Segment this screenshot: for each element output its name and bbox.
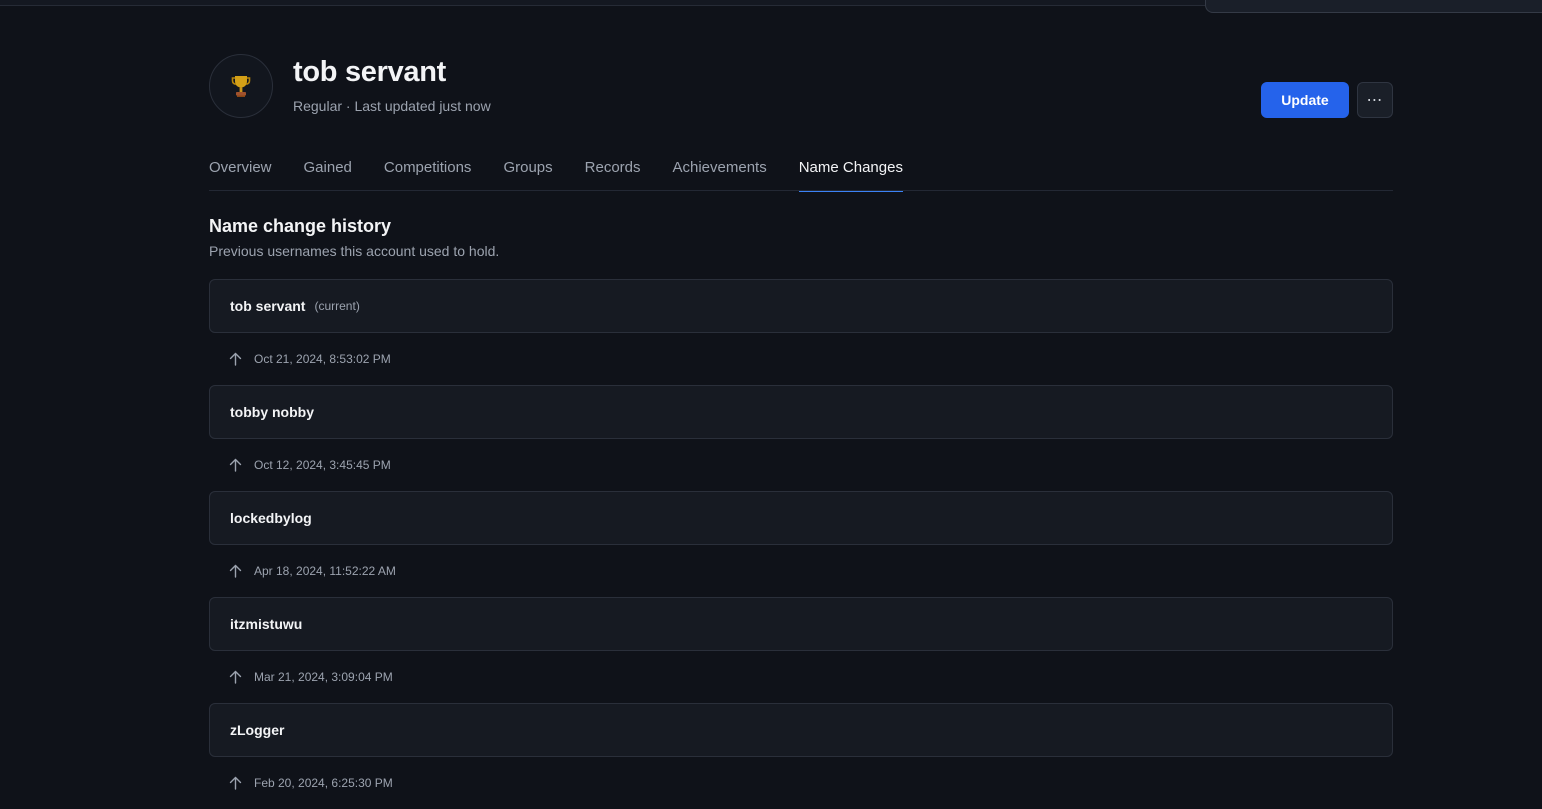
tab-competitions[interactable]: Competitions <box>384 150 472 191</box>
more-options-button[interactable]: ⋯ <box>1357 82 1393 118</box>
tab-records[interactable]: Records <box>585 150 641 191</box>
name-card: lockedbylog <box>209 491 1393 545</box>
arrow-up-icon <box>229 776 242 790</box>
username: tobby nobby <box>230 404 314 420</box>
name-change-event: Oct 12, 2024, 3:45:45 PM <box>209 439 1393 491</box>
name-change-event: Mar 21, 2024, 3:09:04 PM <box>209 651 1393 703</box>
username: zLogger <box>230 722 285 738</box>
change-date: Mar 21, 2024, 3:09:04 PM <box>254 670 393 684</box>
arrow-up-icon <box>229 352 242 366</box>
name-card: tob servant (current) <box>209 279 1393 333</box>
tab-gained[interactable]: Gained <box>304 150 352 191</box>
username: itzmistuwu <box>230 616 303 632</box>
name-card: tobby nobby <box>209 385 1393 439</box>
current-badge: (current) <box>314 299 360 313</box>
player-avatar <box>209 54 273 118</box>
name-change-history: tob servant (current) Oct 21, 2024, 8:53… <box>209 279 1393 809</box>
player-subtitle: Regular · Last updated just now <box>293 98 491 114</box>
update-button[interactable]: Update <box>1261 82 1349 118</box>
section-title: Name change history <box>209 216 392 236</box>
username: tob servant <box>230 298 306 314</box>
username: lockedbylog <box>230 510 312 526</box>
section-description: Previous usernames this account used to … <box>209 243 500 259</box>
change-date: Feb 20, 2024, 6:25:30 PM <box>254 776 393 790</box>
name-change-event: Feb 20, 2024, 6:25:30 PM <box>209 757 1393 809</box>
player-name: tob servant <box>293 56 447 88</box>
player-header: tob servant Regular · Last updated just … <box>209 54 1393 118</box>
arrow-up-icon <box>229 458 242 472</box>
name-change-event: Oct 21, 2024, 8:53:02 PM <box>209 333 1393 385</box>
more-options-icon: ⋯ <box>1366 92 1384 109</box>
arrow-up-icon <box>229 564 242 578</box>
change-date: Oct 21, 2024, 8:53:02 PM <box>254 352 391 366</box>
name-card: zLogger <box>209 703 1393 757</box>
tab-overview[interactable]: Overview <box>209 150 272 191</box>
tab-groups[interactable]: Groups <box>503 150 552 191</box>
trophy-icon <box>231 76 251 97</box>
player-tabs: Overview Gained Competitions Groups Reco… <box>209 150 1393 192</box>
change-date: Oct 12, 2024, 3:45:45 PM <box>254 458 391 472</box>
top-dropdown-panel <box>1205 0 1542 13</box>
tab-achievements[interactable]: Achievements <box>673 150 767 191</box>
name-card: itzmistuwu <box>209 597 1393 651</box>
arrow-up-icon <box>229 670 242 684</box>
change-date: Apr 18, 2024, 11:52:22 AM <box>254 564 396 578</box>
name-change-event: Apr 18, 2024, 11:52:22 AM <box>209 545 1393 597</box>
tab-name-changes[interactable]: Name Changes <box>798 150 904 192</box>
